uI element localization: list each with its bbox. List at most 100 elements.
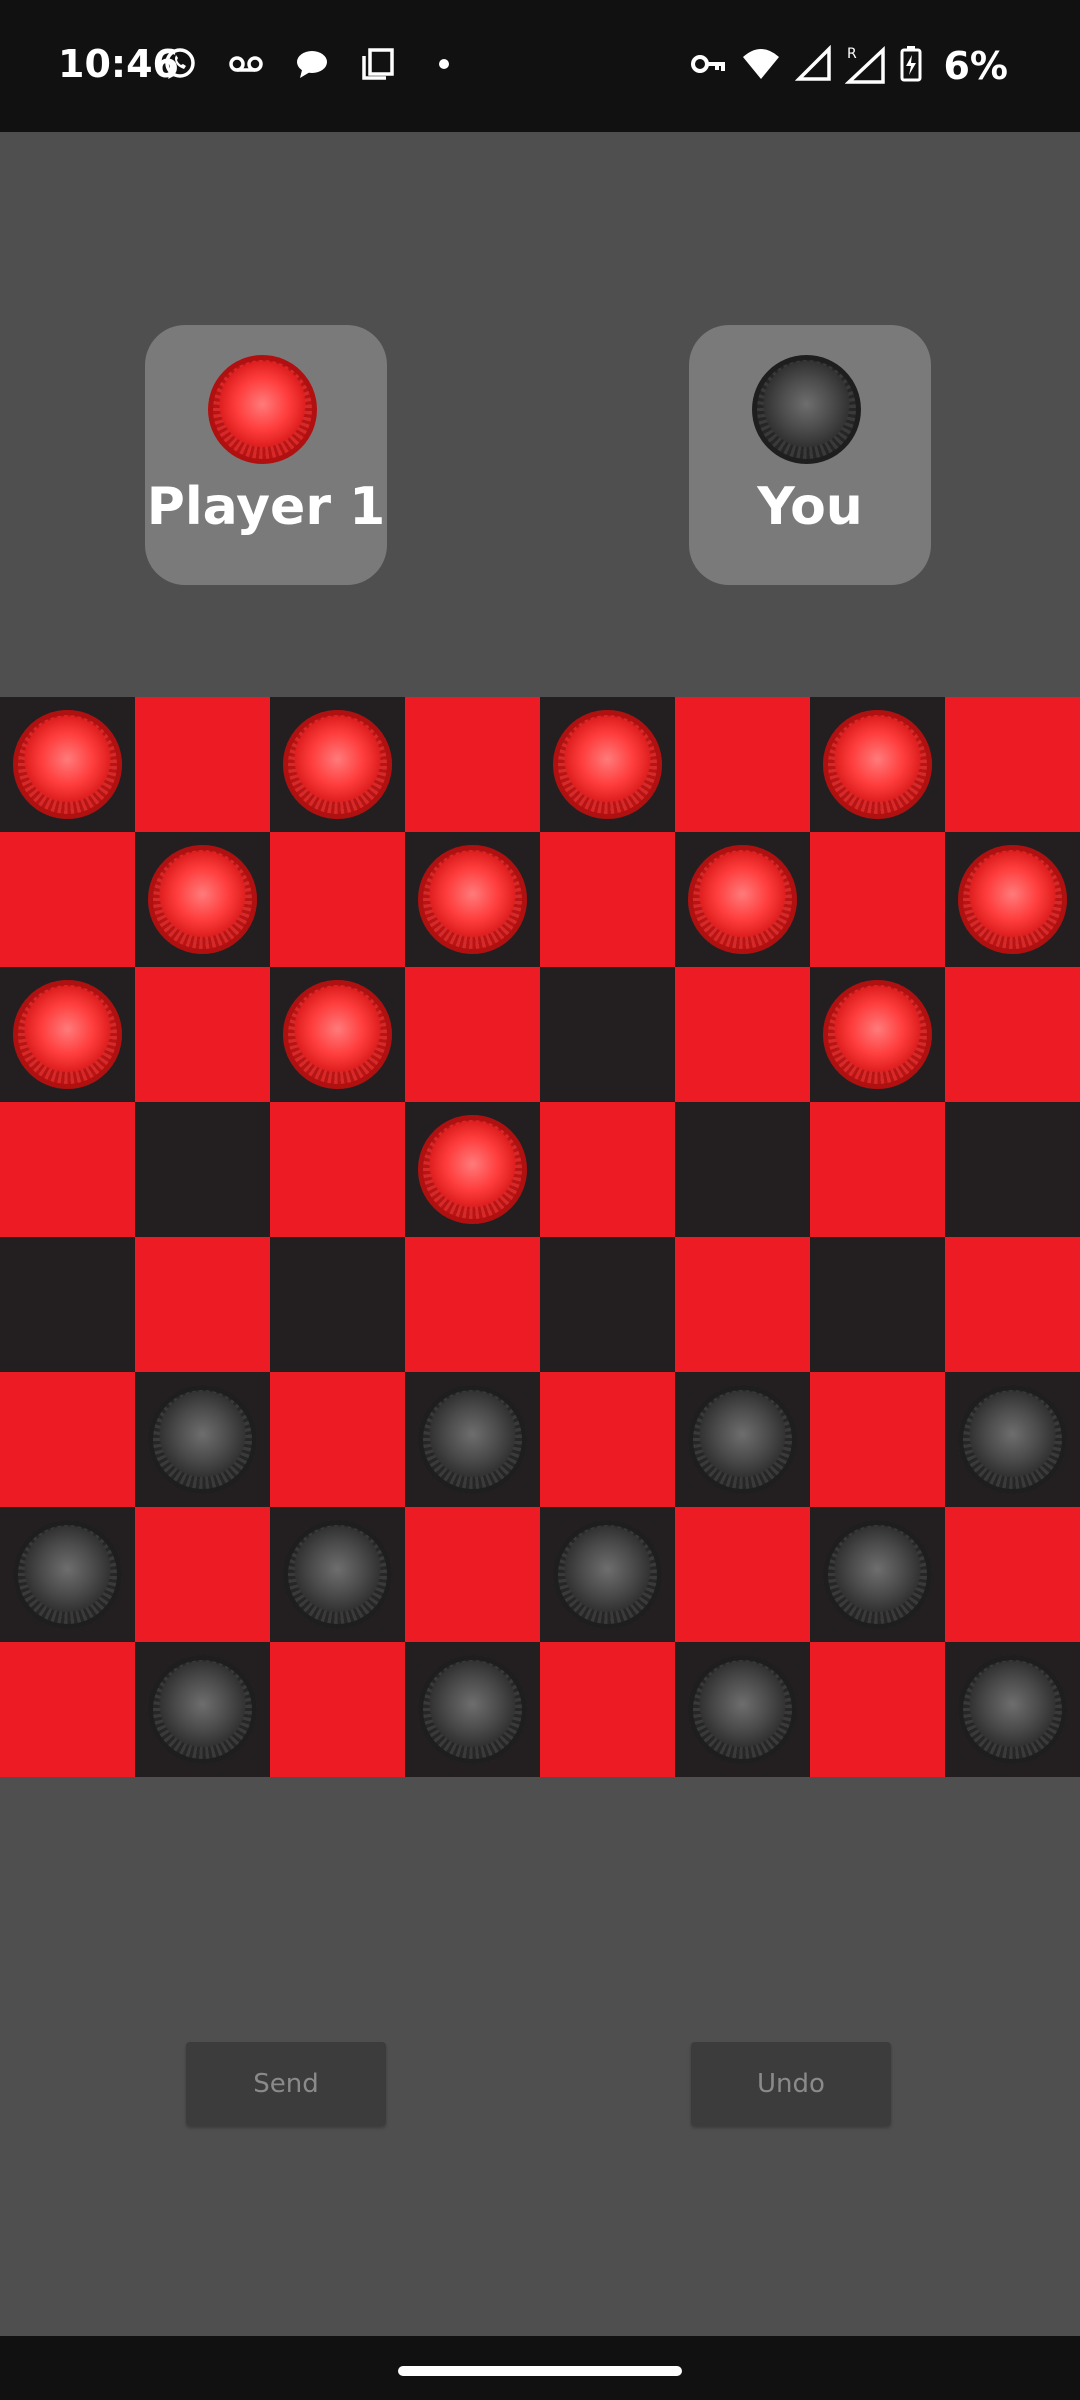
black-checker-piece[interactable] [418,1385,527,1494]
black-checker-piece[interactable] [688,1385,797,1494]
red-checker-piece[interactable] [553,710,662,819]
board-square[interactable] [405,1237,540,1372]
black-checker-piece[interactable] [823,1520,932,1629]
board-square[interactable] [945,1507,1080,1642]
red-checker-piece[interactable] [13,980,122,1089]
red-checker-piece[interactable] [958,845,1067,954]
board-square[interactable] [810,697,945,832]
board-square[interactable] [0,1642,135,1777]
board-square[interactable] [135,1102,270,1237]
board-square[interactable] [675,1372,810,1507]
board-square[interactable] [540,1372,675,1507]
battery-charging-icon [899,45,923,87]
board-square[interactable] [405,697,540,832]
board-square[interactable] [135,1642,270,1777]
board-square[interactable] [135,1372,270,1507]
board-square[interactable] [135,1237,270,1372]
red-checker-piece[interactable] [418,845,527,954]
copy-icon [360,46,396,86]
board-square[interactable] [810,1642,945,1777]
red-checker-piece[interactable] [823,980,932,1089]
board-square[interactable] [945,1102,1080,1237]
black-checker-piece[interactable] [148,1385,257,1494]
board-square[interactable] [675,1507,810,1642]
board-square[interactable] [135,967,270,1102]
board-square[interactable] [270,1102,405,1237]
board-square[interactable] [540,967,675,1102]
board-square[interactable] [675,1642,810,1777]
board-square[interactable] [270,1507,405,1642]
system-icons: R 6% [689,44,1008,88]
board-square[interactable] [810,967,945,1102]
board-square[interactable] [270,1237,405,1372]
black-checker-piece[interactable] [148,1655,257,1764]
board-square[interactable] [675,1102,810,1237]
board-square[interactable] [0,1237,135,1372]
red-checker-piece[interactable] [283,980,392,1089]
board-square[interactable] [540,1642,675,1777]
board-square[interactable] [135,697,270,832]
board-square[interactable] [0,1372,135,1507]
board-square[interactable] [270,832,405,967]
board-square[interactable] [810,1102,945,1237]
board-square[interactable] [270,1642,405,1777]
board-square[interactable] [270,1372,405,1507]
red-checker-piece[interactable] [688,845,797,954]
black-checker-piece[interactable] [553,1520,662,1629]
status-bar: 10:46 R 6% [0,0,1080,132]
board-square[interactable] [945,1237,1080,1372]
black-checker-piece[interactable] [958,1385,1067,1494]
red-checker-piece[interactable] [823,710,932,819]
board-square[interactable] [945,697,1080,832]
board-square[interactable] [0,967,135,1102]
board-square[interactable] [0,1102,135,1237]
board-square[interactable] [810,1372,945,1507]
black-checker-piece[interactable] [13,1520,122,1629]
opponent-player-card: Player 1 [145,325,387,585]
black-checker-piece[interactable] [418,1655,527,1764]
home-indicator[interactable] [398,2366,682,2376]
wifi-icon [741,45,781,87]
board-square[interactable] [540,1237,675,1372]
board-square[interactable] [405,1102,540,1237]
board-square[interactable] [405,1372,540,1507]
red-checker-piece[interactable] [283,710,392,819]
self-name: You [757,477,863,537]
board-square[interactable] [540,832,675,967]
black-checker-piece[interactable] [283,1520,392,1629]
board-square[interactable] [135,832,270,967]
board-square[interactable] [405,967,540,1102]
board-square[interactable] [675,1237,810,1372]
board-square[interactable] [945,832,1080,967]
board-square[interactable] [270,967,405,1102]
board-square[interactable] [540,697,675,832]
board-square[interactable] [675,967,810,1102]
red-checker-piece[interactable] [13,710,122,819]
board-square[interactable] [540,1507,675,1642]
opponent-name: Player 1 [146,477,386,537]
board-square[interactable] [945,1642,1080,1777]
board-square[interactable] [0,697,135,832]
red-checker-piece[interactable] [148,845,257,954]
board-square[interactable] [810,832,945,967]
board-square[interactable] [810,1237,945,1372]
board-square[interactable] [405,1642,540,1777]
board-square[interactable] [0,1507,135,1642]
black-checker-piece[interactable] [688,1655,797,1764]
board-square[interactable] [675,697,810,832]
black-checker-piece[interactable] [958,1655,1067,1764]
board-square[interactable] [135,1507,270,1642]
board-square[interactable] [675,832,810,967]
send-button[interactable]: Send [186,2042,386,2126]
undo-button[interactable]: Undo [691,2042,891,2126]
board-square[interactable] [945,1372,1080,1507]
board-square[interactable] [945,967,1080,1102]
board-square[interactable] [540,1102,675,1237]
board-square[interactable] [405,832,540,967]
red-checker-piece[interactable] [418,1115,527,1224]
board-square[interactable] [405,1507,540,1642]
board-square[interactable] [810,1507,945,1642]
board-square[interactable] [270,697,405,832]
dot-icon [426,46,462,86]
board-square[interactable] [0,832,135,967]
